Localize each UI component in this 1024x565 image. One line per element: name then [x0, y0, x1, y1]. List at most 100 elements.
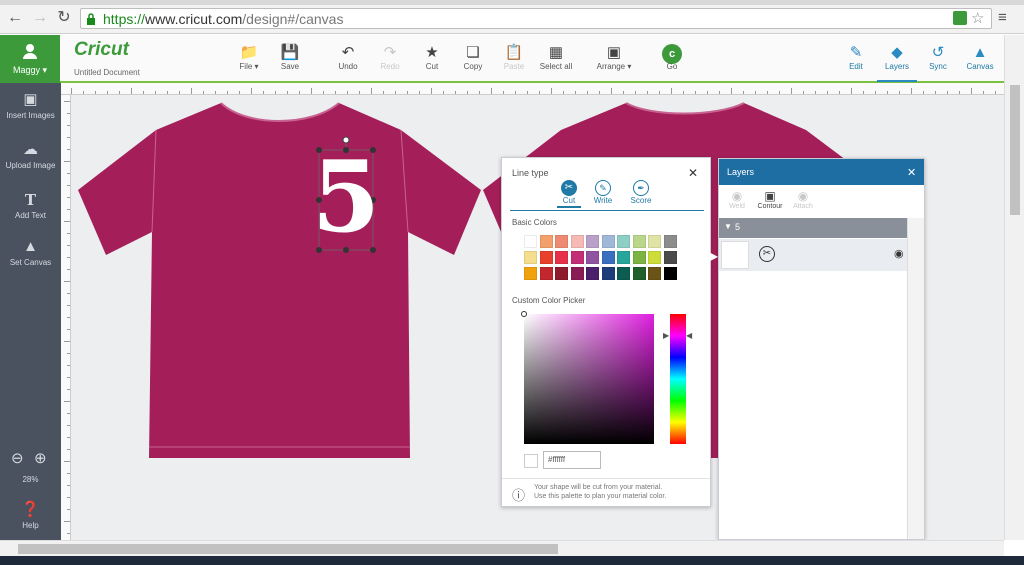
ruler-tick: [575, 91, 576, 94]
linetype-option-cut[interactable]: ✂ Cut: [557, 180, 581, 208]
reload-icon[interactable]: ↻: [55, 9, 73, 27]
eye-icon[interactable]: ◉: [894, 247, 904, 260]
add-text-button[interactable]: T Add Text: [0, 191, 61, 220]
color-picker-handle[interactable]: [521, 311, 527, 317]
hue-slider[interactable]: [670, 314, 686, 444]
back-arrow-icon[interactable]: ←: [6, 9, 24, 27]
layers-scrollbar[interactable]: [907, 218, 924, 539]
ruler-tick: [551, 88, 552, 94]
address-bar[interactable]: https://www.cricut.com/design#/canvas: [80, 8, 992, 29]
ruler-tick: [695, 91, 696, 94]
horizontal-scroll-thumb[interactable]: [18, 544, 558, 554]
set-canvas-button[interactable]: ▲ Set Canvas: [0, 238, 61, 267]
color-swatch[interactable]: [648, 267, 661, 280]
color-swatch[interactable]: [555, 235, 568, 248]
color-swatch[interactable]: [539, 235, 553, 248]
ruler-tick: [203, 91, 204, 94]
horizontal-scrollbar[interactable]: [0, 540, 1004, 556]
color-swatch[interactable]: [663, 235, 677, 248]
hue-slider-right-arrow[interactable]: ◀: [686, 331, 692, 340]
upload-image-button[interactable]: ☁ Upload Image: [0, 141, 61, 170]
linetype-option-write[interactable]: ✎ Write: [590, 180, 616, 205]
zoom-in-icon[interactable]: ⊕: [34, 449, 47, 467]
color-swatch[interactable]: [663, 267, 677, 280]
vertical-scrollbar[interactable]: [1004, 35, 1024, 540]
menu-icon[interactable]: ≡: [998, 9, 1007, 26]
hue-slider-left-arrow[interactable]: ▶: [663, 331, 669, 340]
color-swatch[interactable]: [632, 267, 646, 280]
color-swatch[interactable]: [632, 251, 646, 264]
weld-button[interactable]: ◉ Weld: [724, 189, 750, 210]
color-swatch[interactable]: [601, 267, 615, 280]
layer-group-row[interactable]: [719, 218, 907, 238]
zoom-out-icon[interactable]: ⊖: [11, 449, 24, 467]
copy-button[interactable]: ❏ Copy: [450, 44, 496, 71]
color-swatch[interactable]: [555, 267, 568, 280]
ruler-tick: [623, 91, 624, 94]
color-swatch[interactable]: [601, 235, 615, 248]
arrange-menu-button[interactable]: ▣ Arrange ▾: [591, 44, 637, 71]
attach-button[interactable]: ◉ Attach: [789, 189, 817, 210]
tab-layers[interactable]: ◆ Layers: [877, 44, 917, 82]
hex-color-input[interactable]: #ffffff: [543, 451, 601, 469]
color-swatch[interactable]: [524, 267, 537, 280]
insert-images-button[interactable]: ▣ Insert Images: [0, 91, 61, 120]
ruler-tick: [67, 353, 70, 354]
cut-button[interactable]: ★ Cut: [409, 44, 455, 71]
color-swatch[interactable]: [539, 267, 553, 280]
color-swatch[interactable]: [570, 267, 584, 280]
color-saturation-picker[interactable]: [521, 311, 654, 444]
design-number-five[interactable]: 5: [311, 147, 381, 249]
color-swatch[interactable]: [617, 267, 630, 280]
color-swatch[interactable]: [524, 235, 537, 248]
undo-button[interactable]: ↶ Undo: [325, 44, 371, 71]
color-swatch[interactable]: [617, 251, 630, 264]
color-swatch[interactable]: [570, 235, 584, 248]
ruler-tick: [503, 91, 504, 94]
tab-edit[interactable]: ✎ Edit: [836, 44, 876, 71]
ruler-tick: [64, 281, 70, 282]
sync-icon: ↺: [931, 44, 945, 61]
color-swatch[interactable]: [586, 267, 599, 280]
save-button[interactable]: 💾 Save: [267, 44, 313, 71]
scissors-icon[interactable]: ✂: [759, 246, 775, 262]
ruler-tick: [611, 88, 612, 94]
tab-canvas[interactable]: ▲ Canvas: [960, 44, 1000, 71]
file-menu-button[interactable]: 📁 File ▾: [226, 44, 272, 71]
ruler-tick: [64, 101, 70, 102]
color-swatch[interactable]: [539, 251, 553, 264]
ruler-top: [61, 83, 1004, 95]
close-icon[interactable]: ✕: [907, 166, 916, 179]
help-button[interactable]: ❓ Help: [0, 501, 61, 530]
ruler-tick: [67, 413, 70, 414]
paste-button[interactable]: 📋 Paste: [491, 44, 537, 71]
color-swatch[interactable]: [632, 235, 646, 248]
select-all-icon: ▦: [548, 44, 564, 61]
ruler-tick: [371, 88, 372, 94]
star-icon[interactable]: ☆: [971, 9, 984, 27]
collapse-icon[interactable]: ▼: [724, 222, 732, 231]
color-swatch[interactable]: [555, 251, 568, 264]
ruler-tick: [539, 91, 540, 94]
tab-sync[interactable]: ↺ Sync: [918, 44, 958, 71]
color-swatch[interactable]: [648, 235, 661, 248]
ruler-tick: [563, 91, 564, 94]
go-button[interactable]: c Go: [649, 44, 695, 71]
color-swatch[interactable]: [586, 235, 599, 248]
close-icon[interactable]: ✕: [688, 166, 698, 180]
color-swatch[interactable]: [663, 251, 677, 264]
vertical-scroll-thumb[interactable]: [1010, 85, 1020, 215]
color-swatch[interactable]: [586, 251, 599, 264]
color-swatch[interactable]: [570, 251, 584, 264]
forward-arrow-icon[interactable]: →: [31, 9, 49, 27]
linetype-option-score[interactable]: ✒ Score: [628, 180, 654, 205]
redo-button[interactable]: ↷ Redo: [367, 44, 413, 71]
color-swatch[interactable]: [524, 251, 537, 264]
extension-icon[interactable]: [953, 11, 967, 25]
color-swatch[interactable]: [617, 235, 630, 248]
user-menu[interactable]: Maggy ▾: [0, 35, 60, 83]
color-swatch[interactable]: [601, 251, 615, 264]
select-all-button[interactable]: ▦ Select all: [533, 44, 579, 71]
contour-button[interactable]: ▣ Contour: [752, 189, 788, 210]
color-swatch[interactable]: [648, 251, 661, 264]
